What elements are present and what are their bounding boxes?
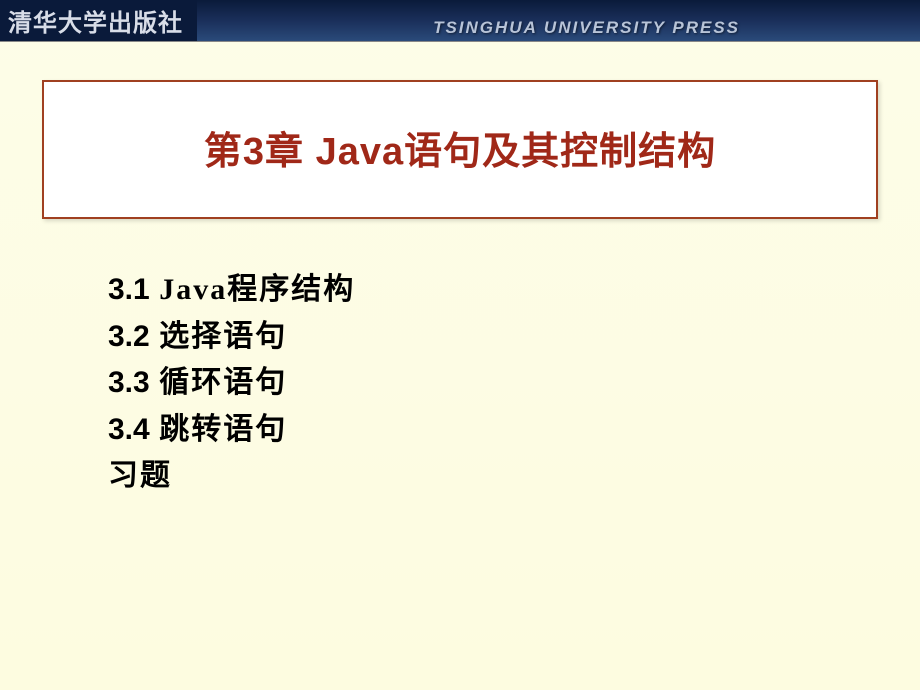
toc-item: 3.3 循环语句 [108, 360, 920, 407]
toc-item: 习题 [108, 453, 920, 500]
toc-num: 3.1 [108, 273, 150, 306]
toc-label: 循环语句 [150, 366, 288, 399]
toc-item: 3.1 Java程序结构 [108, 267, 920, 314]
toc-num: 3.2 [108, 320, 150, 353]
publisher-subtitle: TSINGHUA UNIVERSITY PRESS [433, 18, 740, 38]
toc-label: Java程序结构 [150, 273, 356, 306]
toc-item: 3.4 跳转语句 [108, 407, 920, 454]
toc-num: 3.4 [108, 413, 150, 446]
toc-label: 习题 [108, 459, 172, 492]
chapter-title-box: 第3章 Java语句及其控制结构 [42, 80, 878, 219]
table-of-contents: 3.1 Java程序结构 3.2 选择语句 3.3 循环语句 3.4 跳转语句 … [108, 267, 920, 500]
slide-header: 清华大学出版社 TSINGHUA UNIVERSITY PRESS [0, 0, 920, 42]
toc-label: 选择语句 [150, 320, 288, 353]
toc-item: 3.2 选择语句 [108, 314, 920, 361]
chapter-title: 第3章 Java语句及其控制结构 [64, 120, 856, 175]
publisher-logo: 清华大学出版社 [0, 0, 197, 41]
toc-num: 3.3 [108, 366, 150, 399]
toc-label: 跳转语句 [150, 413, 288, 446]
